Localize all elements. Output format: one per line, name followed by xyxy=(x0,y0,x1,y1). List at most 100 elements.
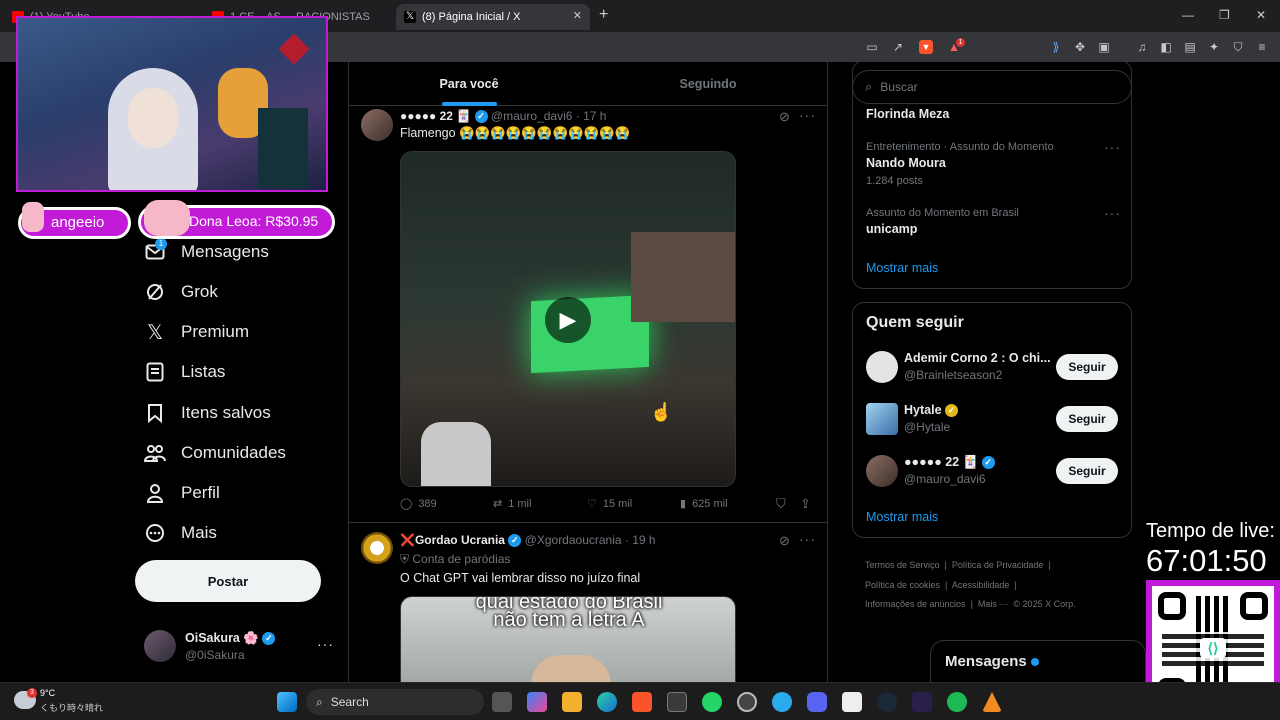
app-icon[interactable] xyxy=(912,692,932,712)
tweet-author-name[interactable]: ●●●●● 22 🃏 xyxy=(400,109,471,123)
leo-ai-icon[interactable]: ✦ xyxy=(1207,40,1221,54)
footer-accessibility-link[interactable]: Acessibilidade xyxy=(952,580,1010,590)
vlc-icon[interactable] xyxy=(982,692,1002,712)
nav-grok[interactable]: Grok xyxy=(144,275,218,309)
more-horizontal-icon[interactable]: ··· xyxy=(799,107,816,123)
tweet[interactable]: ❌Gordao Ucrania ✓ @Xgordaoucrania · 19 h… xyxy=(349,524,827,682)
footer-cookies-link[interactable]: Política de cookies xyxy=(865,580,940,590)
like-button[interactable]: ♡ 15 mil xyxy=(587,497,632,511)
brave-icon[interactable] xyxy=(632,692,652,712)
suggestion-handle[interactable]: @Hytale xyxy=(904,420,950,434)
app-icon[interactable] xyxy=(842,692,862,712)
retweet-button[interactable]: ⇄ 1 mil xyxy=(493,497,531,511)
footer-privacy-link[interactable]: Política de Privacidade xyxy=(952,560,1044,570)
more-horizontal-icon[interactable]: ··· xyxy=(1104,139,1121,155)
follow-button[interactable]: Seguir xyxy=(1056,406,1118,432)
bookmark-icon[interactable]: ⛉ xyxy=(776,496,786,512)
media-icon[interactable]: ♫ xyxy=(1135,40,1149,54)
steam-icon[interactable] xyxy=(877,692,897,712)
whatsapp-icon[interactable] xyxy=(702,692,722,712)
sidebar-icon[interactable]: ◧ xyxy=(1159,40,1173,54)
weather-description[interactable]: くもり時々晴れ xyxy=(40,701,103,714)
nav-profile[interactable]: Perfil xyxy=(144,476,220,510)
cast-icon[interactable]: ▭ xyxy=(865,40,879,54)
footer-more-link[interactable]: Mais ··· xyxy=(978,599,1009,609)
obs-icon[interactable] xyxy=(737,692,757,712)
suggestion-handle[interactable]: @mauro_davi6 xyxy=(904,472,986,486)
suggestion-name[interactable]: Ademir Corno 2 : O chi... xyxy=(904,351,1051,365)
discord-icon[interactable] xyxy=(807,692,827,712)
nav-more[interactable]: Mais xyxy=(144,516,217,550)
search-input[interactable]: Buscar xyxy=(880,80,917,94)
more-horizontal-icon[interactable]: ··· xyxy=(799,531,816,547)
account-switcher[interactable]: OiSakura 🌸 ✓ @0iSakura ··· xyxy=(134,622,334,670)
trend-title[interactable]: Nando Moura xyxy=(866,156,946,170)
share-icon[interactable]: ↗ xyxy=(891,40,905,54)
reply-button[interactable]: ◯ 389 xyxy=(400,497,437,511)
edge-icon[interactable] xyxy=(597,692,617,712)
suggestion-handle[interactable]: @Brainletseason2 xyxy=(904,368,1002,382)
views-button[interactable]: ▮ 625 mil xyxy=(680,497,728,511)
menu-icon[interactable]: ≡ xyxy=(1255,40,1269,54)
tweet-time[interactable]: · 17 h xyxy=(576,109,607,123)
avatar[interactable] xyxy=(361,109,393,141)
tweet[interactable]: ●●●●● 22 🃏 ✓ @mauro_davi6 · 17 h ⊘ ··· F… xyxy=(349,107,827,523)
nav-communities[interactable]: Comunidades xyxy=(144,436,286,470)
taskbar-search[interactable]: ⌕ Search xyxy=(306,689,484,715)
avatar[interactable] xyxy=(866,455,898,487)
show-more-link[interactable]: Mostrar mais xyxy=(866,261,938,275)
messages-drawer[interactable]: Mensagens xyxy=(930,640,1146,682)
tab-for-you[interactable]: Para você xyxy=(349,62,589,106)
tab-x-home[interactable]: 𝕏 (8) Página Inicial / X ✕ xyxy=(396,4,590,30)
avatar[interactable] xyxy=(361,532,393,564)
reading-list-icon[interactable]: ▣ xyxy=(1097,40,1111,54)
task-view-icon[interactable] xyxy=(492,692,512,712)
search-box[interactable]: ⌕ Buscar xyxy=(852,70,1132,104)
vpn-icon[interactable]: ⛉ xyxy=(1231,40,1245,54)
maximize-button[interactable]: ❐ xyxy=(1219,8,1230,22)
new-tab-button[interactable]: + xyxy=(599,6,608,24)
follow-button[interactable]: Seguir xyxy=(1056,354,1118,380)
footer-terms-link[interactable]: Termos de Serviço xyxy=(865,560,940,570)
store-icon[interactable] xyxy=(667,692,687,712)
nav-bookmarks[interactable]: Itens salvos xyxy=(144,396,271,430)
footer-ads-link[interactable]: Informações de anúncios xyxy=(865,599,966,609)
close-window-button[interactable]: ✕ xyxy=(1256,8,1266,22)
tab-following[interactable]: Seguindo xyxy=(589,62,827,106)
minimize-button[interactable]: — xyxy=(1182,8,1194,22)
wallet-icon[interactable]: ▤ xyxy=(1183,40,1197,54)
suggestion-name[interactable]: Hytale xyxy=(904,403,942,417)
more-horizontal-icon[interactable]: ··· xyxy=(1104,205,1121,221)
nav-premium[interactable]: 𝕏 Premium xyxy=(144,315,249,349)
tweet-author-name[interactable]: ❌Gordao Ucrania xyxy=(400,533,505,547)
tweet-video[interactable]: ▶ ☝ xyxy=(400,151,736,487)
windows-start-icon[interactable] xyxy=(277,692,297,712)
share-icon[interactable]: ⇪ xyxy=(800,496,811,512)
brave-shield-icon[interactable]: ▼ xyxy=(919,40,933,54)
avatar[interactable] xyxy=(866,351,898,383)
close-tab-icon[interactable]: ✕ xyxy=(573,9,582,22)
nav-lists[interactable]: Listas xyxy=(144,355,225,389)
tweet-author-handle[interactable]: @mauro_davi6 xyxy=(491,109,573,123)
copilot-icon[interactable] xyxy=(527,692,547,712)
avatar[interactable] xyxy=(866,403,898,435)
tweet-time[interactable]: · 19 h xyxy=(625,533,656,547)
show-more-link[interactable]: Mostrar mais xyxy=(866,510,938,524)
post-button[interactable]: Postar xyxy=(135,560,321,602)
play-icon[interactable]: ▶ xyxy=(545,297,591,343)
spotify-icon[interactable] xyxy=(947,692,967,712)
more-horizontal-icon[interactable]: ··· xyxy=(317,636,334,652)
telegram-icon[interactable] xyxy=(772,692,792,712)
tweet-author-handle[interactable]: @Xgordaoucrania xyxy=(525,533,622,547)
suggestion-name[interactable]: ●●●●● 22 🃏 xyxy=(904,455,978,469)
trend-title[interactable]: unicamp xyxy=(866,222,917,236)
grok-icon[interactable]: ⊘ xyxy=(779,533,790,549)
grok-icon[interactable]: ⊘ xyxy=(779,109,790,125)
tweet-video[interactable]: qual estado do Brasil não tem a letra A xyxy=(400,596,736,682)
extensions-icon[interactable]: ✥ xyxy=(1073,40,1087,54)
trend-title[interactable]: Florinda Meza xyxy=(866,107,949,121)
wallet-icon[interactable]: ⟫ xyxy=(1049,40,1063,54)
file-explorer-icon[interactable] xyxy=(562,692,582,712)
follow-button[interactable]: Seguir xyxy=(1056,458,1118,484)
weather-temp[interactable]: 9°C xyxy=(40,688,55,698)
